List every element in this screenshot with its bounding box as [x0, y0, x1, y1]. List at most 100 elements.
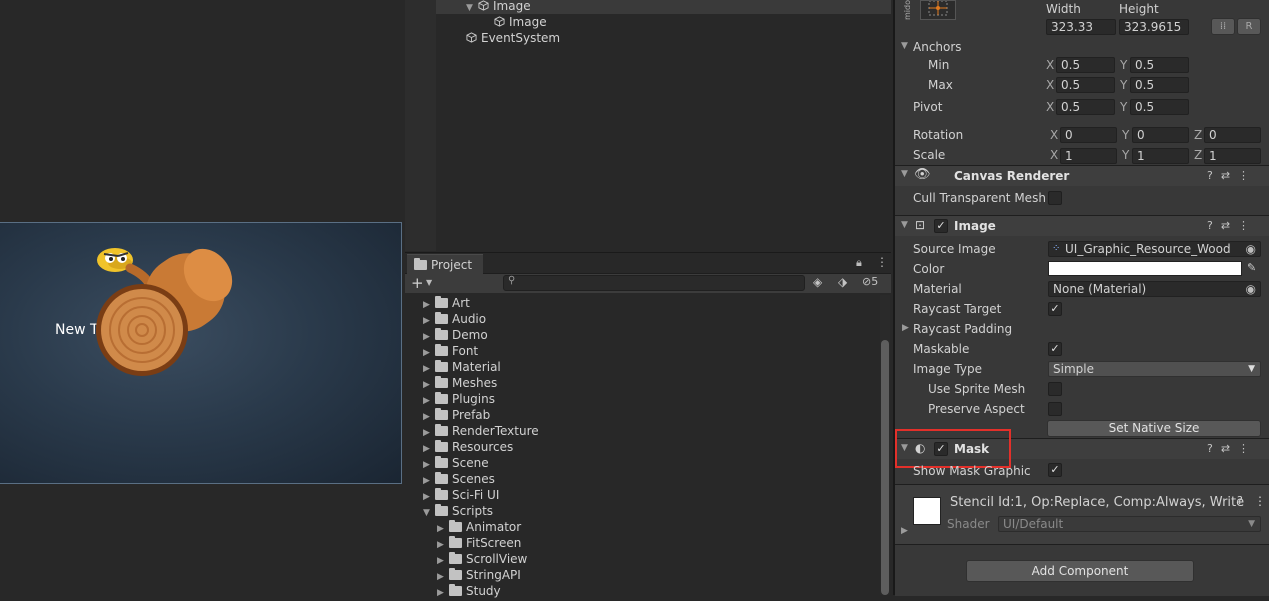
hierarchy-item-image-child[interactable]: Image [494, 14, 547, 30]
project-folder-scrollview[interactable]: ▶ ScrollView [437, 551, 527, 567]
tab-project[interactable]: Project [407, 254, 483, 275]
height-label: Height [1119, 2, 1159, 16]
project-folder-audio[interactable]: ▶ Audio [423, 311, 486, 327]
project-folder-resources[interactable]: ▶ Resources [423, 439, 513, 455]
folder-icon [435, 344, 448, 356]
preserve-aspect-checkbox[interactable] [1048, 402, 1062, 416]
material-menu-icon[interactable]: ⋮ [1254, 494, 1266, 508]
filter-by-label-icon[interactable]: ⬗ [838, 275, 847, 289]
anchor-max-y-field[interactable]: 0.5 [1130, 77, 1189, 93]
project-scrollbar-thumb[interactable] [881, 340, 889, 595]
project-folder-prefab[interactable]: ▶ Prefab [423, 407, 490, 423]
blueprint-mode-button[interactable]: ⁞⁞ [1211, 18, 1235, 35]
source-image-field[interactable]: ⁘ UI_Graphic_Resource_Wood ◉ [1048, 241, 1261, 257]
anchor-min-y-field[interactable]: 0.5 [1130, 57, 1189, 73]
cull-transparent-checkbox[interactable] [1048, 191, 1062, 205]
project-folder-stringapi[interactable]: ▶ StringAPI [437, 567, 521, 583]
project-folder-scripts[interactable]: ▼ Scripts [423, 503, 493, 519]
chevron-down-icon[interactable]: ▼ [426, 278, 432, 287]
project-folder-material[interactable]: ▶ Material [423, 359, 501, 375]
project-folder-demo[interactable]: ▶ Demo [423, 327, 488, 343]
sprite-icon: ⁘ [1052, 243, 1061, 254]
raycast-target-label: Raycast Target [913, 302, 1002, 316]
folder-icon [435, 504, 448, 516]
scale-x-field[interactable]: 1 [1060, 148, 1117, 164]
raycast-padding-expand-icon[interactable]: ▶ [902, 323, 909, 333]
hierarchy-item-eventsystem[interactable]: EventSystem [466, 30, 560, 46]
project-folder-study[interactable]: ▶ Study [437, 583, 501, 599]
pivot-x-field[interactable]: 0.5 [1056, 99, 1115, 115]
axis-y-label: Y [1120, 58, 1128, 72]
help-icon[interactable]: ? [1237, 494, 1243, 507]
anchor-min-label: Min [928, 58, 950, 72]
maskable-checkbox[interactable]: ✓ [1048, 342, 1062, 356]
show-mask-graphic-checkbox[interactable]: ✓ [1048, 463, 1062, 477]
image-enabled-checkbox[interactable]: ✓ [934, 219, 948, 233]
add-component-button[interactable]: Add Component [966, 560, 1194, 582]
project-folder-label: Material [452, 360, 501, 374]
project-folder-scenes[interactable]: ▶ Scenes [423, 471, 495, 487]
expand-arrow-icon[interactable]: ▼ [901, 220, 908, 230]
raw-edit-button[interactable]: R [1237, 18, 1261, 35]
axis-y-label: Y [1120, 78, 1128, 92]
preserve-aspect-label: Preserve Aspect [928, 402, 1025, 416]
project-folder-art[interactable]: ▶ Art [423, 295, 470, 311]
pivot-y-field[interactable]: 0.5 [1130, 99, 1189, 115]
width-field[interactable]: 323.33 [1046, 19, 1116, 35]
rotation-x-field[interactable]: 0 [1060, 127, 1117, 143]
project-folder-meshes[interactable]: ▶ Meshes [423, 375, 497, 391]
color-swatch[interactable] [1048, 261, 1242, 276]
height-field[interactable]: 323.9615 [1119, 19, 1189, 35]
object-picker-icon[interactable]: ◉ [1246, 282, 1256, 296]
canvas-renderer-header[interactable]: ▼ 👁︎ Canvas Renderer ?⇄⋮ [895, 165, 1269, 186]
image-component-header[interactable]: ▼ ⊡ ✓ Image ?⇄⋮ [895, 215, 1269, 236]
image-type-dropdown[interactable]: Simple ▼ [1048, 361, 1261, 377]
project-folder-font[interactable]: ▶ Font [423, 343, 478, 359]
project-folder-sci-fi-ui[interactable]: ▶ Sci-Fi UI [423, 487, 499, 503]
component-header-icons[interactable]: ?⇄⋮ [1207, 169, 1257, 182]
expand-arrow-icon[interactable]: ▼ [466, 0, 478, 16]
project-search-input[interactable]: ⚲ [503, 275, 805, 291]
anchor-preset-button[interactable] [920, 0, 956, 20]
anchor-min-x-field[interactable]: 0.5 [1056, 57, 1115, 73]
project-folder-fitscreen[interactable]: ▶ FitScreen [437, 535, 521, 551]
create-plus-icon[interactable]: + [411, 274, 424, 292]
project-folder-rendertexture[interactable]: ▶ RenderTexture [423, 423, 539, 439]
project-folder-plugins[interactable]: ▶ Plugins [423, 391, 495, 407]
project-folder-animator[interactable]: ▶ Animator [437, 519, 521, 535]
component-header-icons[interactable]: ?⇄⋮ [1207, 442, 1257, 455]
filter-by-type-icon[interactable]: ◈ [813, 275, 822, 289]
raycast-target-checkbox[interactable]: ✓ [1048, 302, 1062, 316]
anchor-max-x-field[interactable]: 0.5 [1056, 77, 1115, 93]
shader-dropdown[interactable]: UI/Default ▼ [998, 516, 1261, 532]
width-label: Width [1046, 2, 1081, 16]
use-sprite-mesh-checkbox[interactable] [1048, 382, 1062, 396]
hierarchy-item-label: Image [509, 15, 547, 29]
eyedropper-icon[interactable]: ✎ [1247, 261, 1256, 274]
collapse-arrow-icon[interactable]: ▶ [437, 585, 449, 601]
scale-z-field[interactable]: 1 [1204, 148, 1261, 164]
project-folder-label: StringAPI [466, 568, 521, 582]
folder-icon [449, 552, 462, 564]
set-native-size-button[interactable]: Set Native Size [1047, 420, 1261, 437]
material-field[interactable]: None (Material) ◉ [1048, 281, 1261, 297]
folder-icon [449, 568, 462, 580]
lock-icon[interactable]: 🔒︎ [856, 256, 862, 270]
scale-y-field[interactable]: 1 [1132, 148, 1189, 164]
folder-icon [449, 520, 462, 532]
panel-menu-icon[interactable]: ⋮ [876, 255, 888, 269]
anchors-expand-arrow-icon[interactable]: ▼ [901, 41, 908, 51]
project-folder-scene[interactable]: ▶ Scene [423, 455, 489, 471]
material-expand-arrow-icon[interactable]: ▶ [901, 526, 908, 536]
rotation-y-field[interactable]: 0 [1132, 127, 1189, 143]
object-picker-icon[interactable]: ◉ [1246, 242, 1256, 256]
hidden-packages-icon[interactable]: ⊘5 [862, 275, 878, 288]
rotation-z-field[interactable]: 0 [1204, 127, 1261, 143]
expand-arrow-icon[interactable]: ▼ [901, 169, 908, 179]
hierarchy-item-image-parent[interactable]: ▼ Image [466, 0, 531, 14]
scale-row: Scale X 1 Y 1 Z 1 [895, 146, 1269, 166]
component-header-icons[interactable]: ?⇄⋮ [1207, 219, 1257, 232]
hierarchy-gutter [405, 0, 436, 251]
expand-arrow-icon[interactable]: ▼ [423, 505, 435, 521]
folder-icon [435, 424, 448, 436]
